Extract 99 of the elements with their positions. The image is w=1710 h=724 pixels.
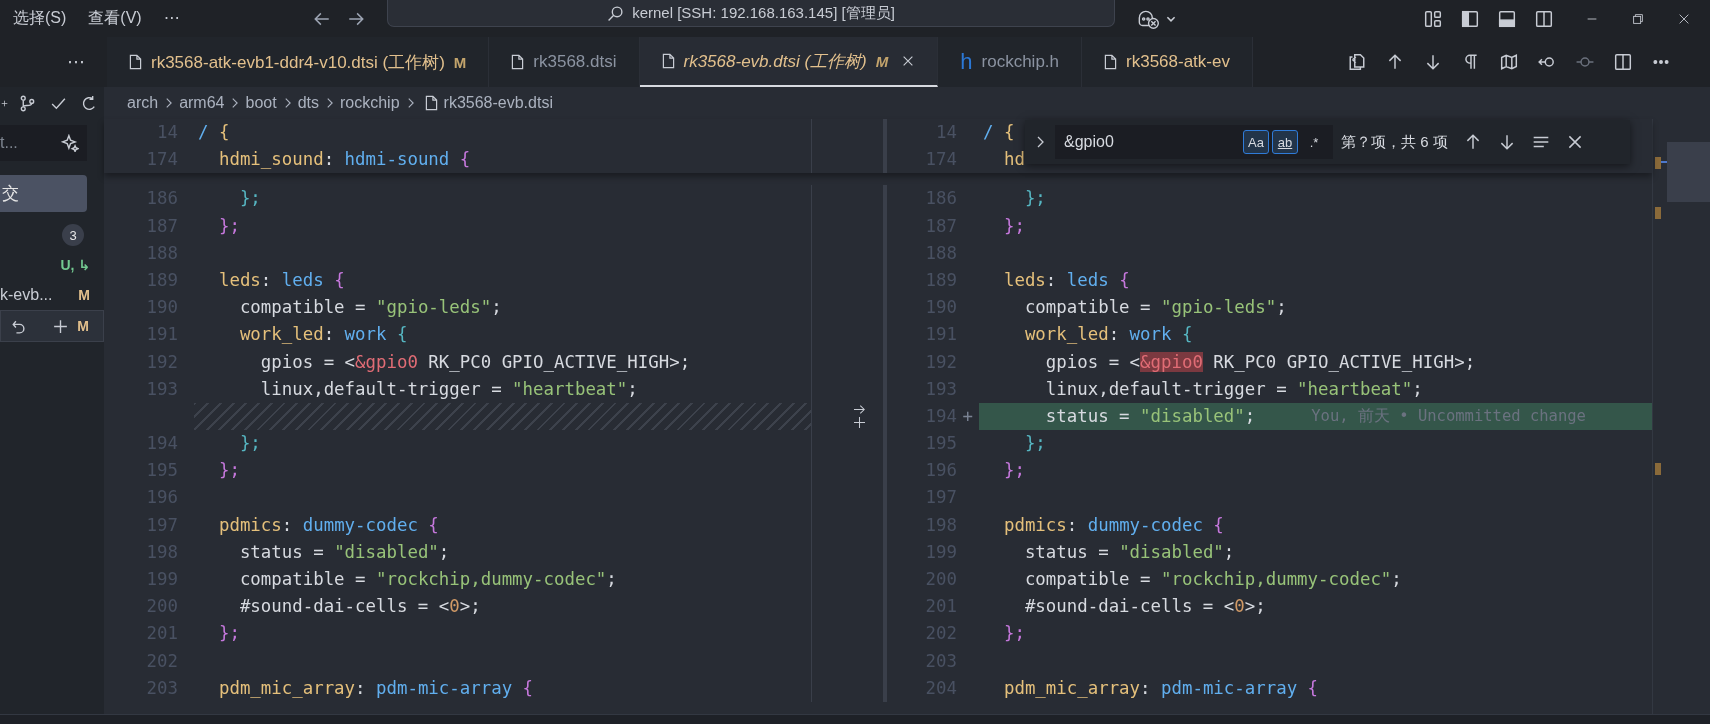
plus-icon[interactable] (52, 317, 70, 335)
file-icon (661, 53, 675, 69)
code-line: hdmi_sound: hdmi-sound { (217, 148, 471, 172)
plus-icon[interactable] (851, 417, 867, 429)
sidebar-toggle-icon[interactable] (1461, 9, 1479, 28)
code-line: gpios = <&gpio0 RK_PC0 GPIO_ACTIVE_HIGH>; (259, 350, 691, 374)
editor-tab[interactable]: rk3568-atk-evb1-ddr4-v10.dtsi (工作树) M (107, 37, 490, 87)
option-toggle[interactable]: Aa (1243, 130, 1269, 154)
code-line: work_led: work { (1023, 323, 1193, 347)
breadcrumb-item[interactable]: boot (245, 94, 277, 112)
breadcrumb-item[interactable]: rk3568-evb.dtsi (443, 94, 553, 112)
code-line: }; (1023, 187, 1046, 211)
modified-label: M (453, 53, 467, 71)
file-icon (511, 54, 525, 70)
header-file-icon: h (960, 49, 973, 75)
code-line: leds: leds { (1002, 268, 1130, 292)
breadcrumb-item[interactable]: dts (297, 94, 319, 112)
file-arrow-icon[interactable] (1348, 53, 1366, 71)
code-line: #sound-dai-cells = <0>; (238, 595, 481, 619)
code-line: work_led: work { (238, 323, 408, 347)
status-letter: U, ↳ (60, 257, 90, 273)
expand-icon[interactable] (1035, 134, 1045, 150)
code-line: status = "disabled"; (238, 540, 450, 564)
code-line: status = "disabled"; (1023, 540, 1235, 564)
search-icon (607, 4, 625, 22)
code-line: }; (217, 459, 240, 483)
menu-item[interactable]: 查看(V) (88, 8, 142, 29)
file-item[interactable]: U, ↳ (0, 250, 104, 280)
code-line: linux,default-trigger = "heartbeat"; (259, 377, 638, 401)
more-tabs-button[interactable]: ⋯ (67, 51, 85, 73)
code-line: }; (1023, 432, 1046, 456)
breadcrumb-item[interactable]: arch (127, 94, 159, 112)
branch-icon[interactable] (19, 94, 36, 112)
code-line: }; (217, 622, 240, 646)
commit-button[interactable]: 交 (0, 175, 87, 212)
editor-tab[interactable]: rk3568-evb.dtsi (工作树) M (639, 37, 939, 87)
editor-tab[interactable]: rk3568-atk-ev (1082, 37, 1253, 87)
breadcrumb-item[interactable]: arm64 (179, 94, 225, 112)
code-line: gpios = <&gpio0 RK_PC0 GPIO_ACTIVE_HIGH>; (1044, 350, 1476, 374)
code-line: linux,default-trigger = "heartbeat"; (1044, 377, 1423, 401)
file-icon (129, 54, 142, 70)
scrollbar-thumb[interactable] (1667, 142, 1710, 202)
whitespace-icon[interactable] (1462, 53, 1480, 71)
code-line: }; (1002, 622, 1025, 646)
chevron-icon (164, 96, 174, 110)
code-line: pdmics: dummy-codec { (217, 513, 439, 537)
code-line: }; (238, 432, 261, 456)
code-line: }; (1002, 459, 1025, 483)
editor-tab[interactable]: h rockchip.h (938, 37, 1082, 87)
chevron-icon (230, 96, 240, 110)
code-line: }; (217, 214, 240, 238)
editor-tab[interactable]: rk3568.dtsi (489, 37, 640, 87)
sparkle-icon[interactable] (61, 134, 79, 152)
up-arrow-icon[interactable] (1386, 53, 1404, 71)
count-badge: 3 (62, 224, 84, 246)
code-line: }; (238, 187, 261, 211)
code-line: / { (198, 121, 230, 144)
change-marker (1655, 207, 1661, 219)
match-count: 第？项，共 6 项 (1341, 132, 1448, 152)
code-line: compatible = "gpio-leds"; (238, 296, 502, 320)
code-line: compatible = "rockchip,dummy-codec"; (238, 568, 617, 591)
change-marker (1655, 463, 1661, 475)
split-icon[interactable] (1614, 53, 1632, 71)
menu-item[interactable]: ⋯ (163, 8, 180, 29)
status-letter: M (77, 318, 89, 334)
code-line: compatible = "rockchip,dummy-codec"; (1023, 568, 1402, 591)
code-line: #sound-dai-cells = <0>; (1023, 595, 1266, 619)
menu-item[interactable]: 选择(S) (13, 8, 67, 29)
layout-icon[interactable] (1424, 9, 1442, 28)
file-name: k-evb... (0, 286, 53, 304)
file-icon (424, 95, 438, 111)
file-item[interactable]: k-evb... M (0, 280, 104, 310)
find-input[interactable]: &gpio0 (1055, 125, 1243, 159)
code-line: pdm_mic_array: pdm-mic-array { (1002, 676, 1319, 700)
map-icon[interactable] (1500, 53, 1518, 71)
split-icon[interactable] (1535, 9, 1553, 28)
code-line: status = "disabled"; (1044, 404, 1256, 428)
command-center[interactable]: kernel [SSH: 192.168.163.145] [管理员] (387, 0, 1115, 27)
revert-arrow-icon[interactable] (851, 404, 867, 416)
code-line: pdm_mic_array: pdm-mic-array { (217, 676, 534, 700)
search-field[interactable]: t... (0, 125, 87, 161)
file-item[interactable]: M (0, 310, 104, 342)
code-line: / { (983, 121, 1015, 144)
code-line: pdmics: dummy-codec { (1002, 513, 1224, 537)
down-arrow-icon[interactable] (1424, 53, 1442, 71)
restore-icon[interactable] (1631, 11, 1645, 26)
code-line: hd (1002, 148, 1025, 172)
change-marker (1655, 157, 1661, 169)
code-line: compatible = "gpio-leds"; (1023, 296, 1287, 320)
file-icon (1104, 54, 1117, 70)
option-toggle[interactable]: ab (1272, 130, 1298, 154)
breadcrumb-item[interactable]: rockchip (339, 94, 400, 112)
code-line: }; (1002, 214, 1025, 238)
option-toggle[interactable]: .* (1301, 130, 1327, 154)
panel-toggle-icon[interactable] (1498, 9, 1516, 28)
status-letter: M (78, 287, 90, 303)
added-marker: + (962, 404, 973, 428)
code-line: leds: leds { (217, 268, 345, 292)
modified-label: M (875, 52, 889, 70)
